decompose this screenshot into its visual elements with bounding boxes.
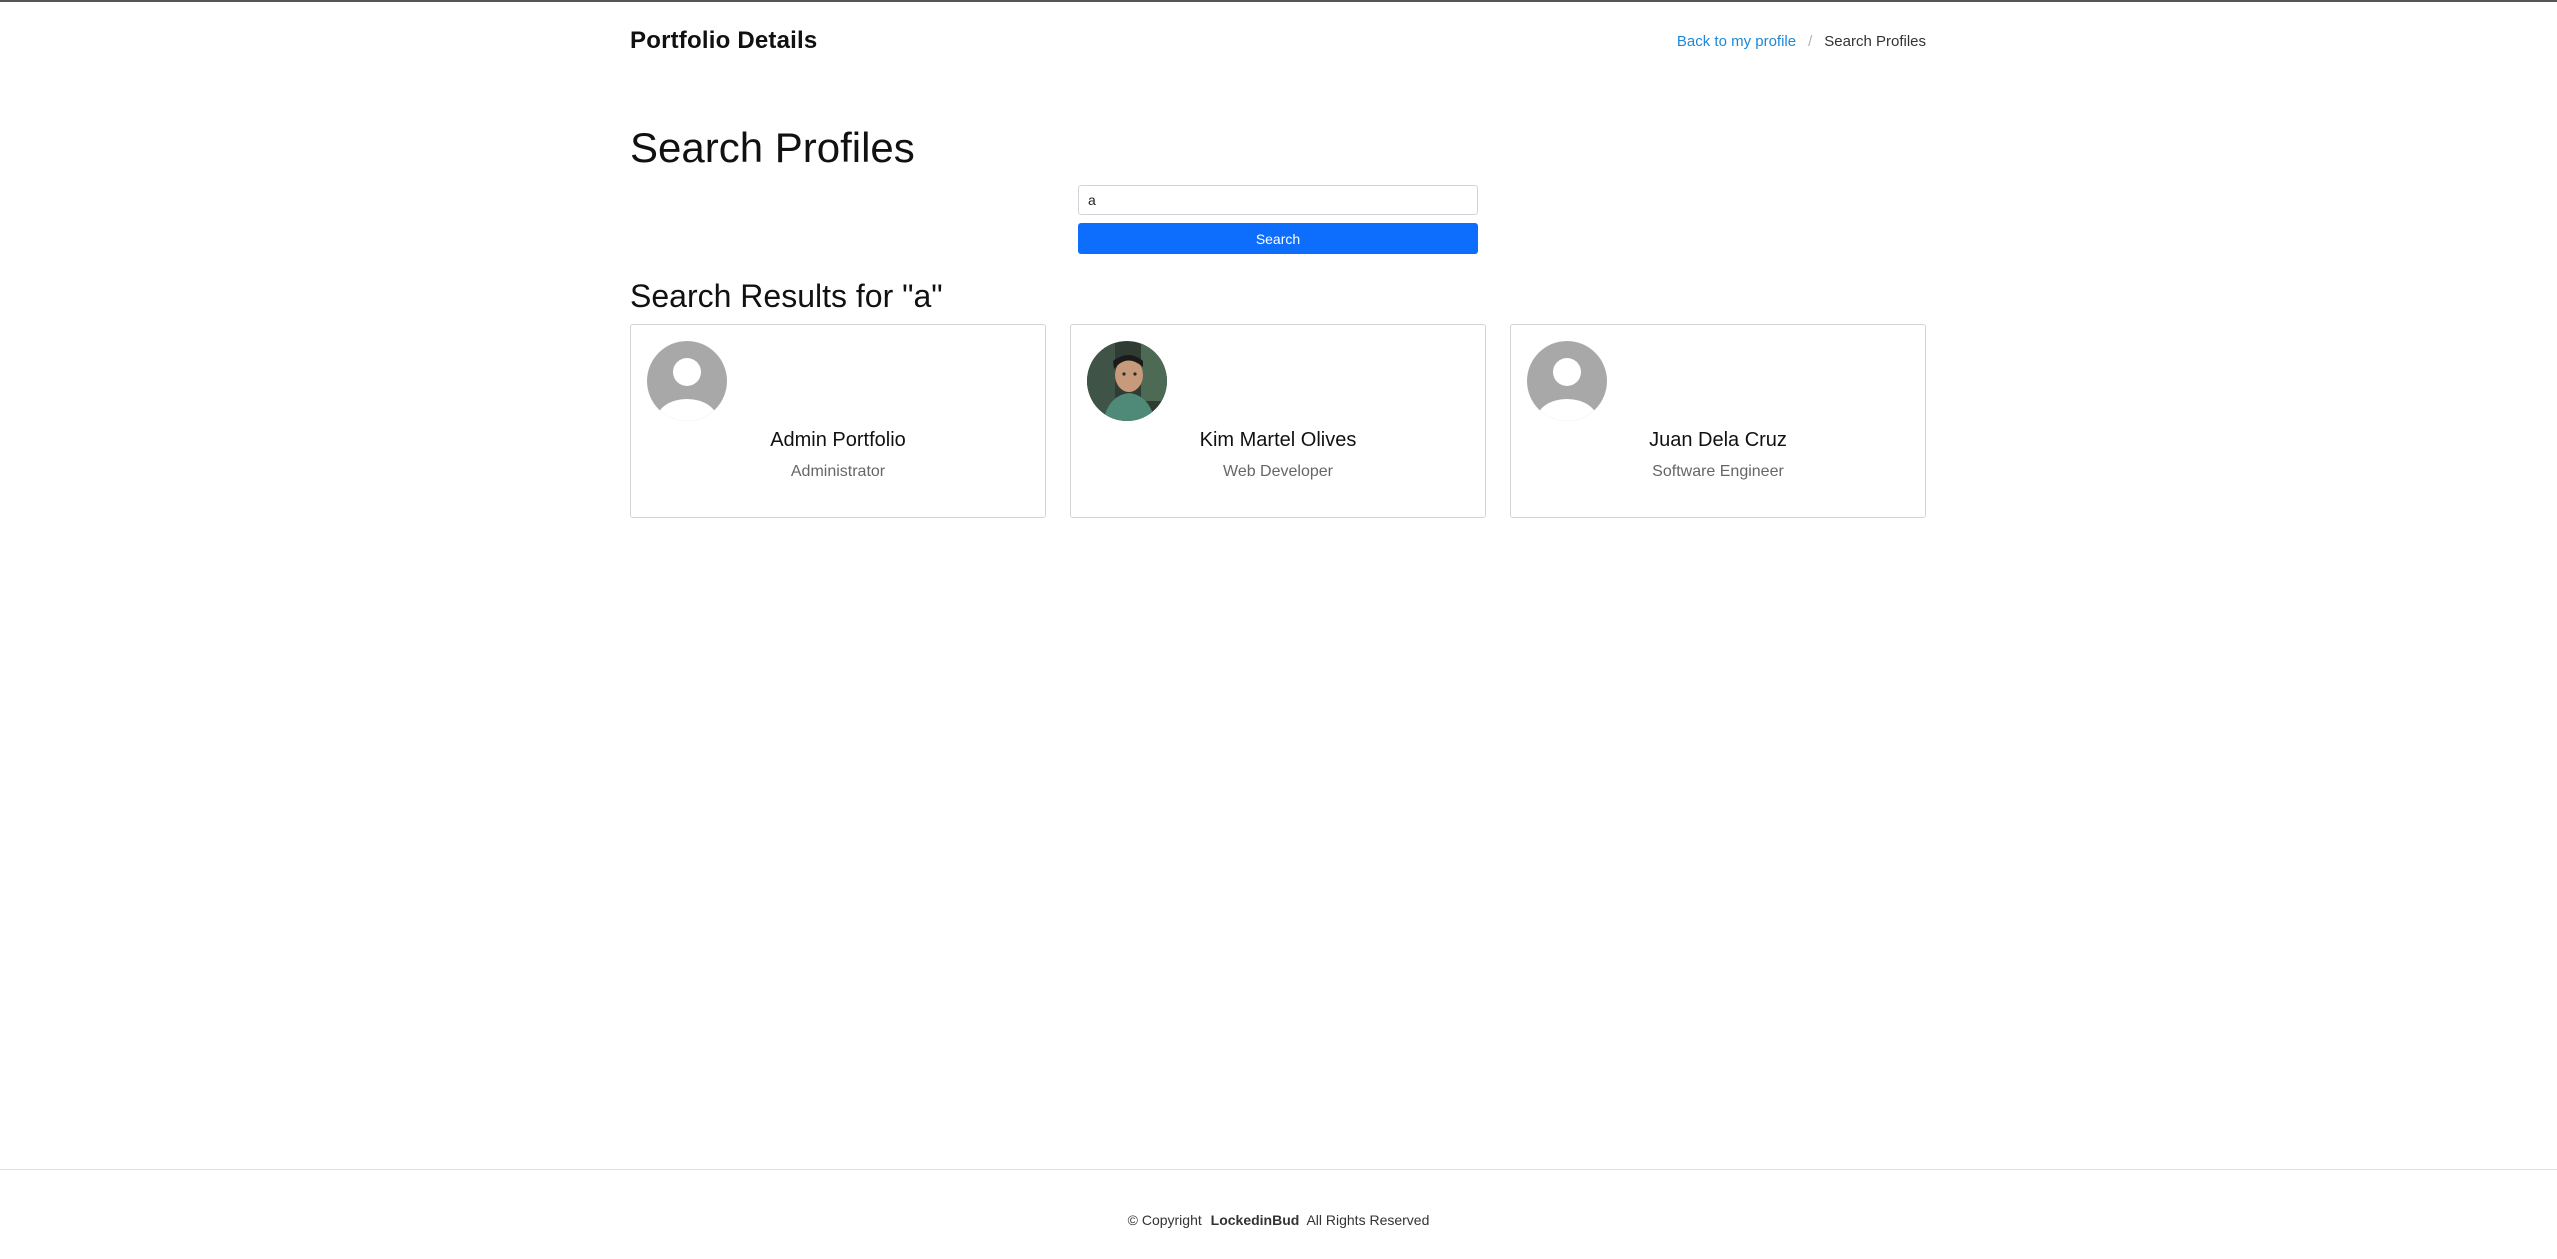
profile-name: Juan Dela Cruz	[1649, 429, 1787, 451]
profile-role: Administrator	[790, 463, 886, 480]
profile-role: Software Engineer	[1652, 463, 1784, 480]
page-header: Portfolio Details Back to my profile / S…	[630, 24, 1926, 58]
profile-photo	[1087, 341, 1167, 421]
header-title: Portfolio Details	[630, 27, 818, 54]
search-button[interactable]: Search	[1078, 223, 1478, 254]
footer-divider	[0, 1169, 2557, 1170]
search-form: Search	[1078, 185, 1478, 254]
default-avatar-icon	[647, 341, 727, 421]
breadcrumb: Back to my profile / Search Profiles	[1677, 33, 1926, 50]
results-grid: Admin Portfolio Administrator Kim Martel…	[630, 324, 1927, 518]
top-border	[0, 0, 2557, 2]
copyright-prefix: © Copyright	[1127, 1212, 1202, 1228]
back-to-profile-link[interactable]: Back to my profile	[1677, 33, 1796, 50]
profile-name: Kim Martel Olives	[1199, 429, 1357, 451]
results-title: Search Results for "a"	[630, 278, 943, 314]
copyright-suffix: All Rights Reserved	[1306, 1212, 1430, 1228]
profile-card[interactable]: Admin Portfolio Administrator	[630, 324, 1046, 518]
breadcrumb-separator: /	[1808, 32, 1813, 50]
breadcrumb-current: Search Profiles	[1824, 32, 1926, 50]
footer-brand: LockedinBud	[1210, 1212, 1300, 1228]
profile-name: Admin Portfolio	[770, 429, 906, 451]
profile-card[interactable]: Juan Dela Cruz Software Engineer	[1510, 324, 1926, 518]
profile-role: Web Developer	[1223, 463, 1333, 480]
page-title: Search Profiles	[630, 124, 915, 171]
footer: © Copyright LockedinBud All Rights Reser…	[0, 1212, 2557, 1228]
default-avatar-icon	[1527, 341, 1607, 421]
profile-card[interactable]: Kim Martel Olives Web Developer	[1070, 324, 1486, 518]
search-input[interactable]	[1078, 185, 1478, 215]
